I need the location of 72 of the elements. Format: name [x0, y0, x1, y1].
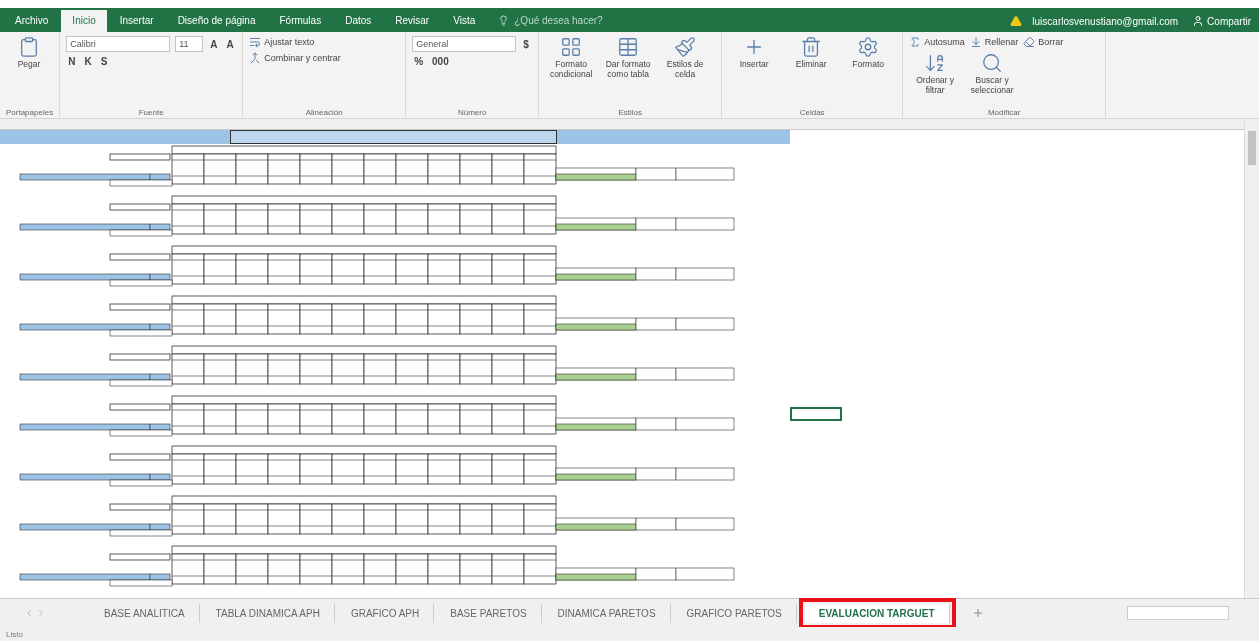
ribbon-button[interactable]: Autosuma: [909, 36, 965, 48]
search-icon: [981, 52, 1004, 74]
group-label: Fuente: [137, 108, 165, 117]
ribbon-tab[interactable]: Fórmulas: [268, 10, 333, 32]
next-sheet-icon[interactable]: [36, 608, 46, 618]
paintbrush-icon: [674, 36, 697, 58]
selected-cell[interactable]: [790, 407, 842, 421]
format-button[interactable]: %: [412, 56, 426, 67]
format-button[interactable]: 000: [430, 56, 451, 67]
sigma-icon: [909, 36, 922, 48]
ribbon-button[interactable]: Rellenar: [969, 36, 1019, 48]
group-label: Celdas: [798, 108, 826, 117]
format-button[interactable]: K: [82, 56, 94, 67]
warning-icon: [1010, 15, 1023, 27]
merge-icon: [249, 52, 262, 64]
lightbulb-icon: [498, 15, 510, 26]
sheet-tab[interactable]: BASE PARETOS: [436, 603, 542, 623]
ribbon-tab[interactable]: Diseño de página: [166, 10, 267, 32]
ribbon-button[interactable]: Insertar: [728, 36, 781, 70]
ribbon-button[interactable]: Eliminar: [785, 36, 838, 70]
sheet-tab[interactable]: EVALUACION TARGUET: [804, 603, 950, 623]
clipboard-icon: [18, 36, 40, 58]
format-button[interactable]: A: [208, 36, 220, 52]
group-label: Estilos: [617, 108, 643, 117]
sheet-tab[interactable]: DINAMICA PARETOS: [543, 603, 671, 623]
status-text: Listo: [6, 629, 23, 639]
previous-sheet-icon[interactable]: [24, 608, 34, 618]
ribbon-button[interactable]: Pegar: [6, 36, 52, 70]
ribbon-button[interactable]: Formato condicional: [545, 36, 598, 80]
format-button[interactable]: A: [224, 36, 236, 52]
grid-icon: [560, 36, 583, 58]
gear-icon: [857, 36, 880, 58]
group-label: Alineación: [304, 108, 344, 117]
ribbon-button[interactable]: Combinar y centrar: [249, 52, 341, 64]
format-button[interactable]: N: [66, 56, 78, 67]
trash-icon: [800, 36, 823, 58]
ribbon-button[interactable]: Dar formato como tabla: [602, 36, 655, 80]
horizontal-scrollbar[interactable]: [1127, 606, 1229, 620]
sheet-tab[interactable]: GRAFICO APH: [336, 603, 435, 623]
vertical-scrollbar[interactable]: [1244, 119, 1259, 598]
ribbon-button[interactable]: Buscar y seleccionar: [966, 52, 1019, 96]
ribbon-button[interactable]: Estilos de celda: [659, 36, 712, 80]
dropdown-field[interactable]: General: [412, 36, 517, 52]
format-button[interactable]: $: [521, 36, 531, 52]
sheet-tab[interactable]: TABLA DINAMICA APH: [201, 603, 335, 623]
eraser-icon: [1023, 36, 1036, 48]
group-label: Portapapeles: [6, 108, 54, 117]
ribbon-button[interactable]: Ajustar texto: [249, 36, 315, 48]
down-arrow-icon: [969, 36, 982, 48]
dropdown-field[interactable]: Calibri: [66, 36, 171, 52]
ribbon-tab[interactable]: Insertar: [108, 10, 165, 32]
ribbon-tab[interactable]: Datos: [334, 10, 383, 32]
ribbon-button[interactable]: Formato: [842, 36, 895, 70]
sheet-tab[interactable]: GRAFICO PARETOS: [672, 603, 797, 623]
ribbon-tab[interactable]: Inicio: [61, 10, 107, 32]
add-sheet-icon[interactable]: [971, 607, 984, 619]
account-email[interactable]: luiscarlosvenustiano@gmail.com: [1032, 15, 1179, 27]
tell-me-field[interactable]: ¿Qué desea hacer?: [512, 14, 647, 27]
sheet-tab[interactable]: BASE ANALITICA: [90, 603, 200, 623]
ribbon-button[interactable]: Ordenar y filtrar: [909, 52, 962, 96]
group-label: Número: [456, 108, 488, 117]
share-button[interactable]: Compartir: [1188, 15, 1255, 27]
person-icon: [1192, 15, 1205, 27]
format-button[interactable]: S: [98, 56, 110, 67]
group-label: Modificar: [986, 108, 1022, 117]
wrap-text-icon: [249, 36, 262, 48]
table-icon: [617, 36, 640, 58]
ribbon-tab[interactable]: Revisar: [384, 10, 441, 32]
ribbon-tab[interactable]: Archivo: [4, 10, 60, 32]
ribbon-button[interactable]: Borrar: [1023, 36, 1064, 48]
dropdown-field[interactable]: 11: [175, 36, 204, 52]
ribbon-tab[interactable]: Vista: [442, 10, 487, 32]
